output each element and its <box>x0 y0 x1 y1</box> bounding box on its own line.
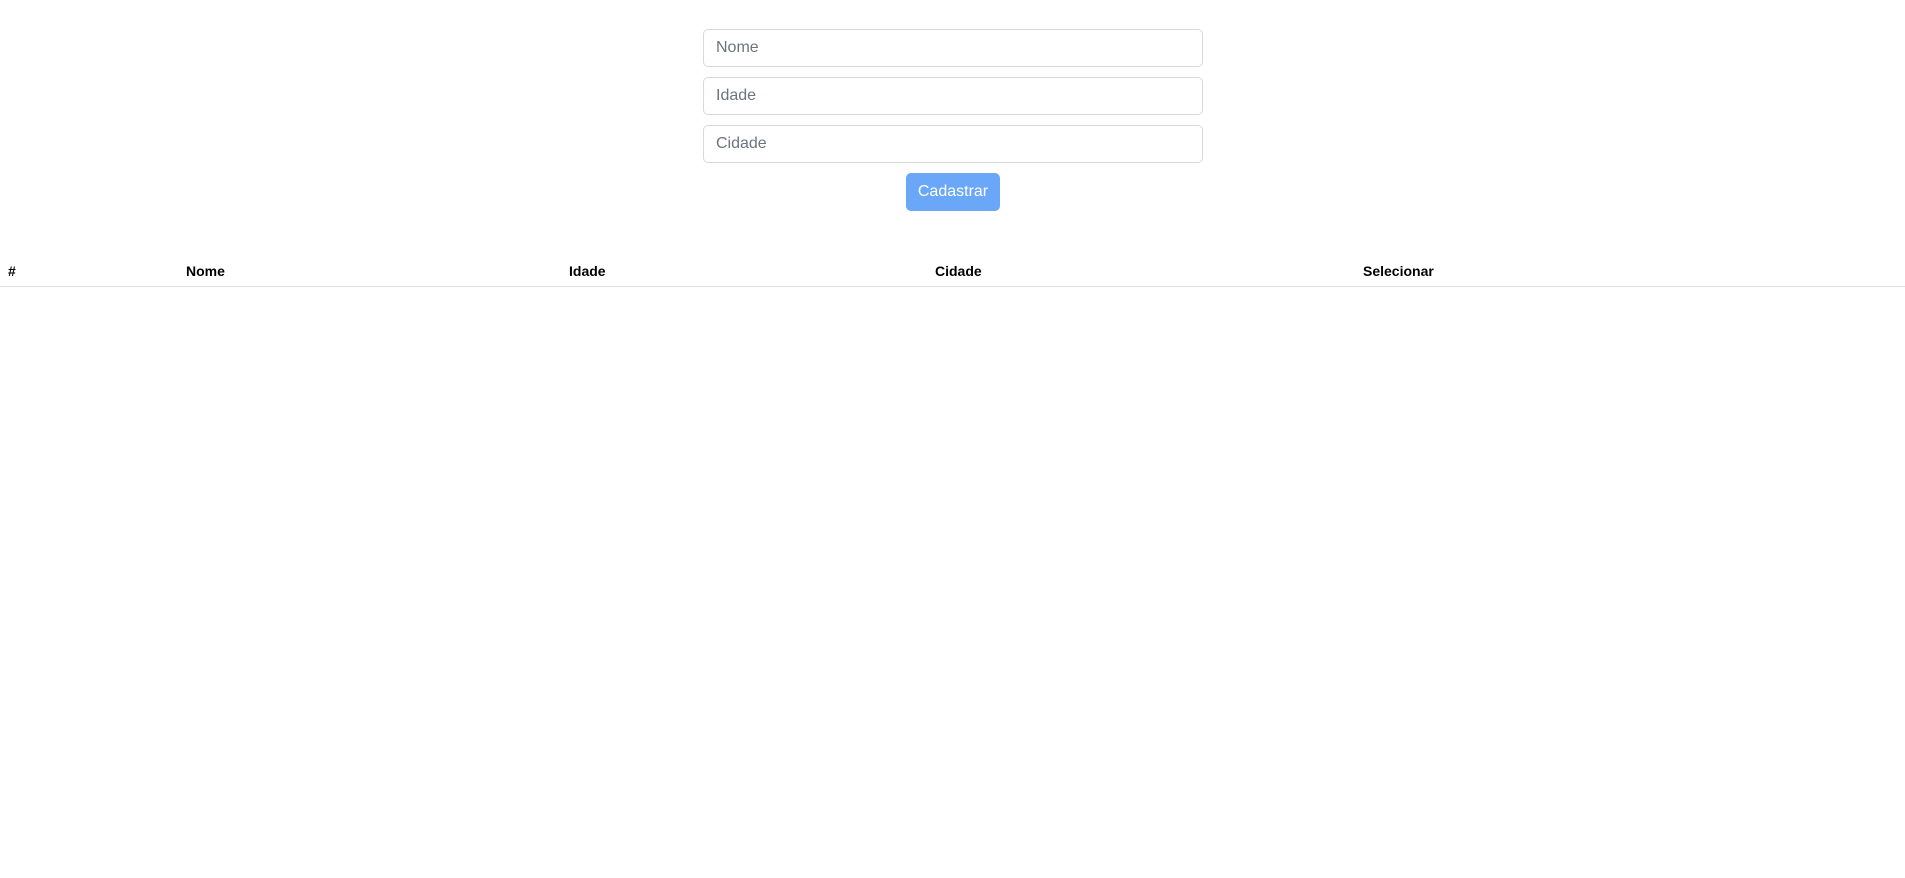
records-table-wrap: # Nome Idade Cidade Selecionar <box>0 256 1905 287</box>
registration-form: Cadastrar <box>703 29 1203 211</box>
submit-wrap: Cadastrar <box>703 173 1203 211</box>
column-header-idade: Idade <box>561 256 927 287</box>
column-header-index: # <box>0 256 178 287</box>
column-header-selecionar: Selecionar <box>1355 256 1905 287</box>
table-header: # Nome Idade Cidade Selecionar <box>0 256 1905 287</box>
cadastrar-button[interactable]: Cadastrar <box>905 173 1001 211</box>
nome-input[interactable] <box>703 29 1203 67</box>
header-row: # Nome Idade Cidade Selecionar <box>0 256 1905 287</box>
column-header-nome: Nome <box>178 256 561 287</box>
idade-input[interactable] <box>703 77 1203 115</box>
records-table: # Nome Idade Cidade Selecionar <box>0 256 1905 287</box>
column-header-cidade: Cidade <box>927 256 1355 287</box>
cidade-input[interactable] <box>703 125 1203 163</box>
